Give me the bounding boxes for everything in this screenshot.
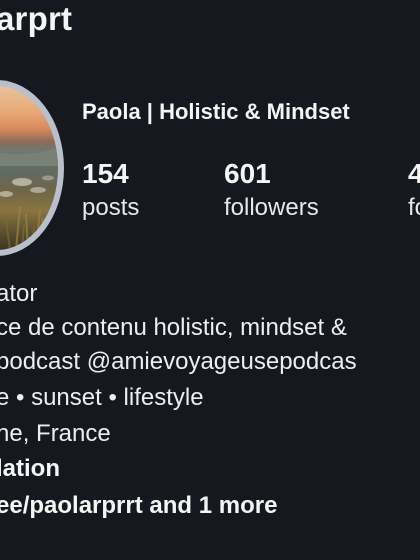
bio-line-1: ce de contenu holistic, mindset & xyxy=(0,314,347,341)
profile-screen: arprt Paola | Holistic & Mindset 154 pos… xyxy=(0,0,420,560)
following-count: 4 xyxy=(408,158,420,189)
following-stat[interactable]: 4 fo xyxy=(408,155,420,223)
avatar-photo xyxy=(0,86,58,250)
posts-label: posts xyxy=(82,194,140,221)
bio-line-3: e • sunset • lifestyle xyxy=(0,384,204,411)
posts-count: 154 xyxy=(82,158,129,189)
bio-link[interactable]: ee/paolarprrt and 1 more xyxy=(0,491,277,521)
followers-count: 601 xyxy=(224,158,271,189)
following-label: fo xyxy=(408,194,420,221)
bio-bold-line: lation xyxy=(0,455,60,482)
bio-line-2[interactable]: podcast @amievoyageusepodcas xyxy=(0,347,357,377)
posts-stat[interactable]: 154 posts xyxy=(82,155,139,223)
bio-category: ator xyxy=(0,280,38,307)
followers-stat[interactable]: 601 followers xyxy=(224,155,319,223)
followers-label: followers xyxy=(224,194,319,221)
avatar[interactable] xyxy=(0,80,64,256)
bio-location: ne, France xyxy=(0,420,111,447)
profile-display-name: Paola | Holistic & Mindset xyxy=(82,99,350,124)
username-header[interactable]: arprt xyxy=(0,0,72,38)
